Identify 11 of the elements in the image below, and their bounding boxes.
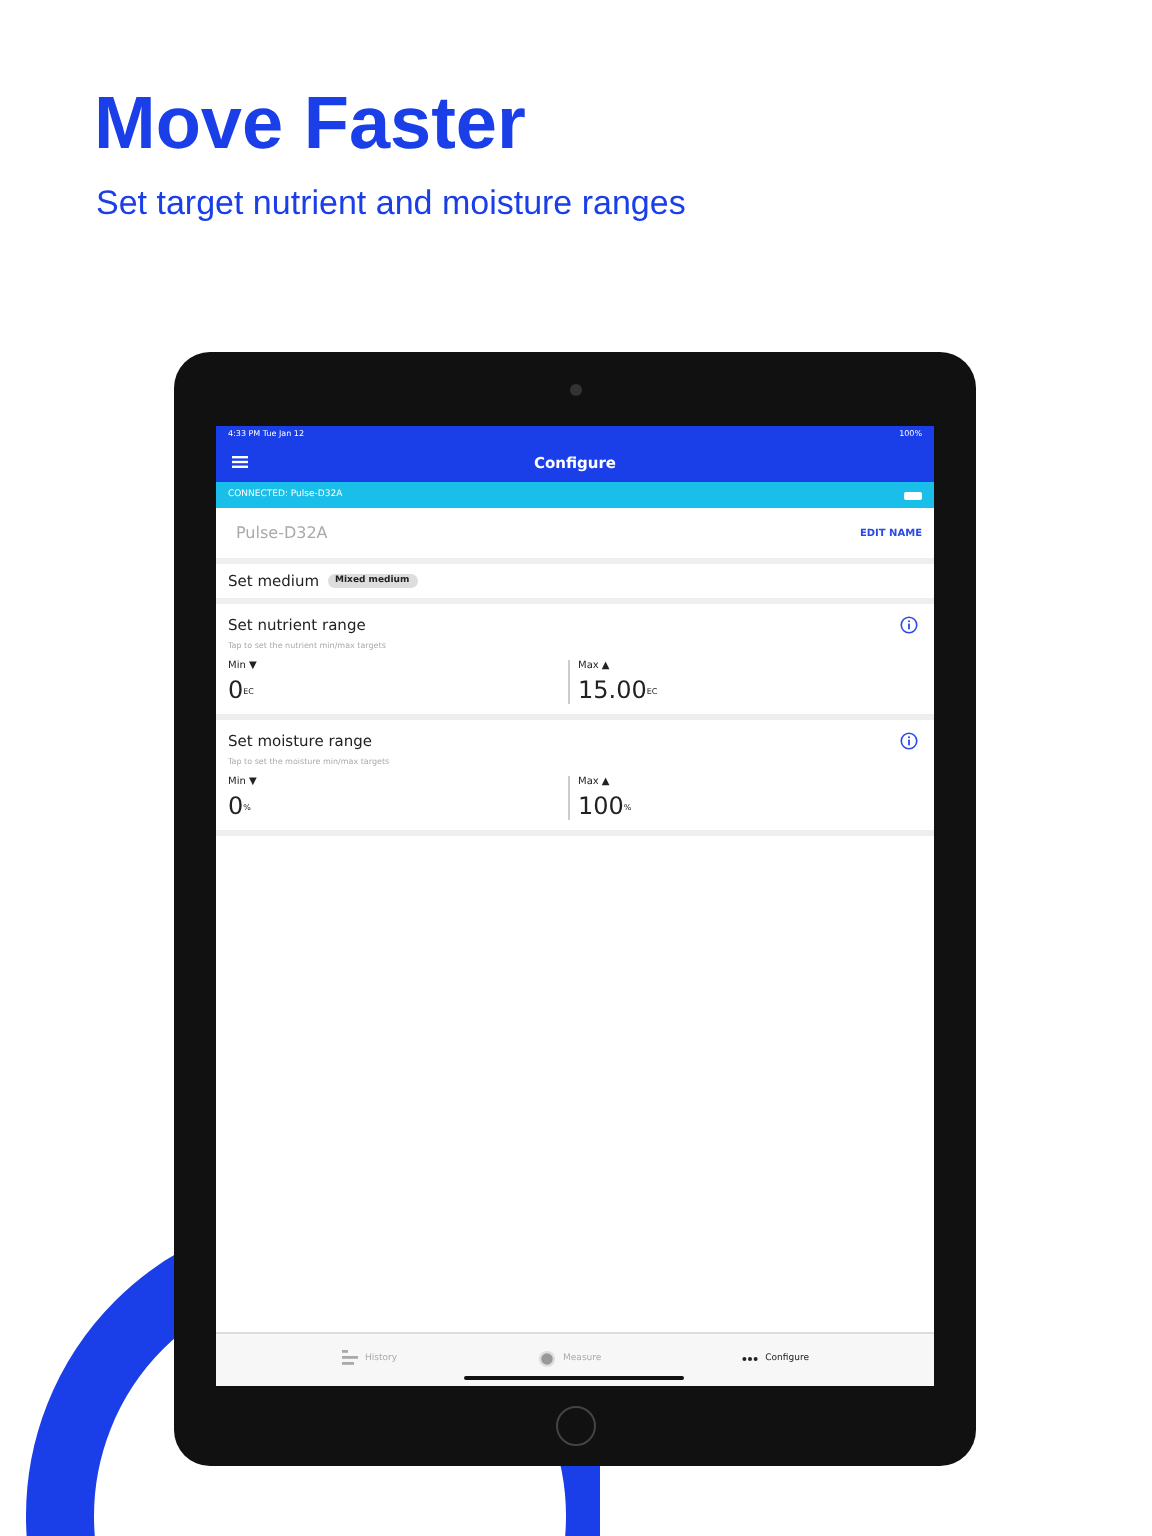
headline: Move Faster xyxy=(92,80,528,168)
info-icon[interactable] xyxy=(900,732,918,750)
camera-icon xyxy=(569,384,581,396)
list-icon xyxy=(341,1350,358,1366)
device-name: Pulse-D32A xyxy=(236,524,328,542)
more-icon xyxy=(741,1355,758,1361)
info-icon[interactable] xyxy=(900,616,918,634)
battery-icon xyxy=(904,491,922,499)
subtitle: Set target nutrient and moisture ranges xyxy=(96,184,688,224)
menu-icon[interactable] xyxy=(232,456,248,468)
circle-icon xyxy=(537,1349,556,1367)
